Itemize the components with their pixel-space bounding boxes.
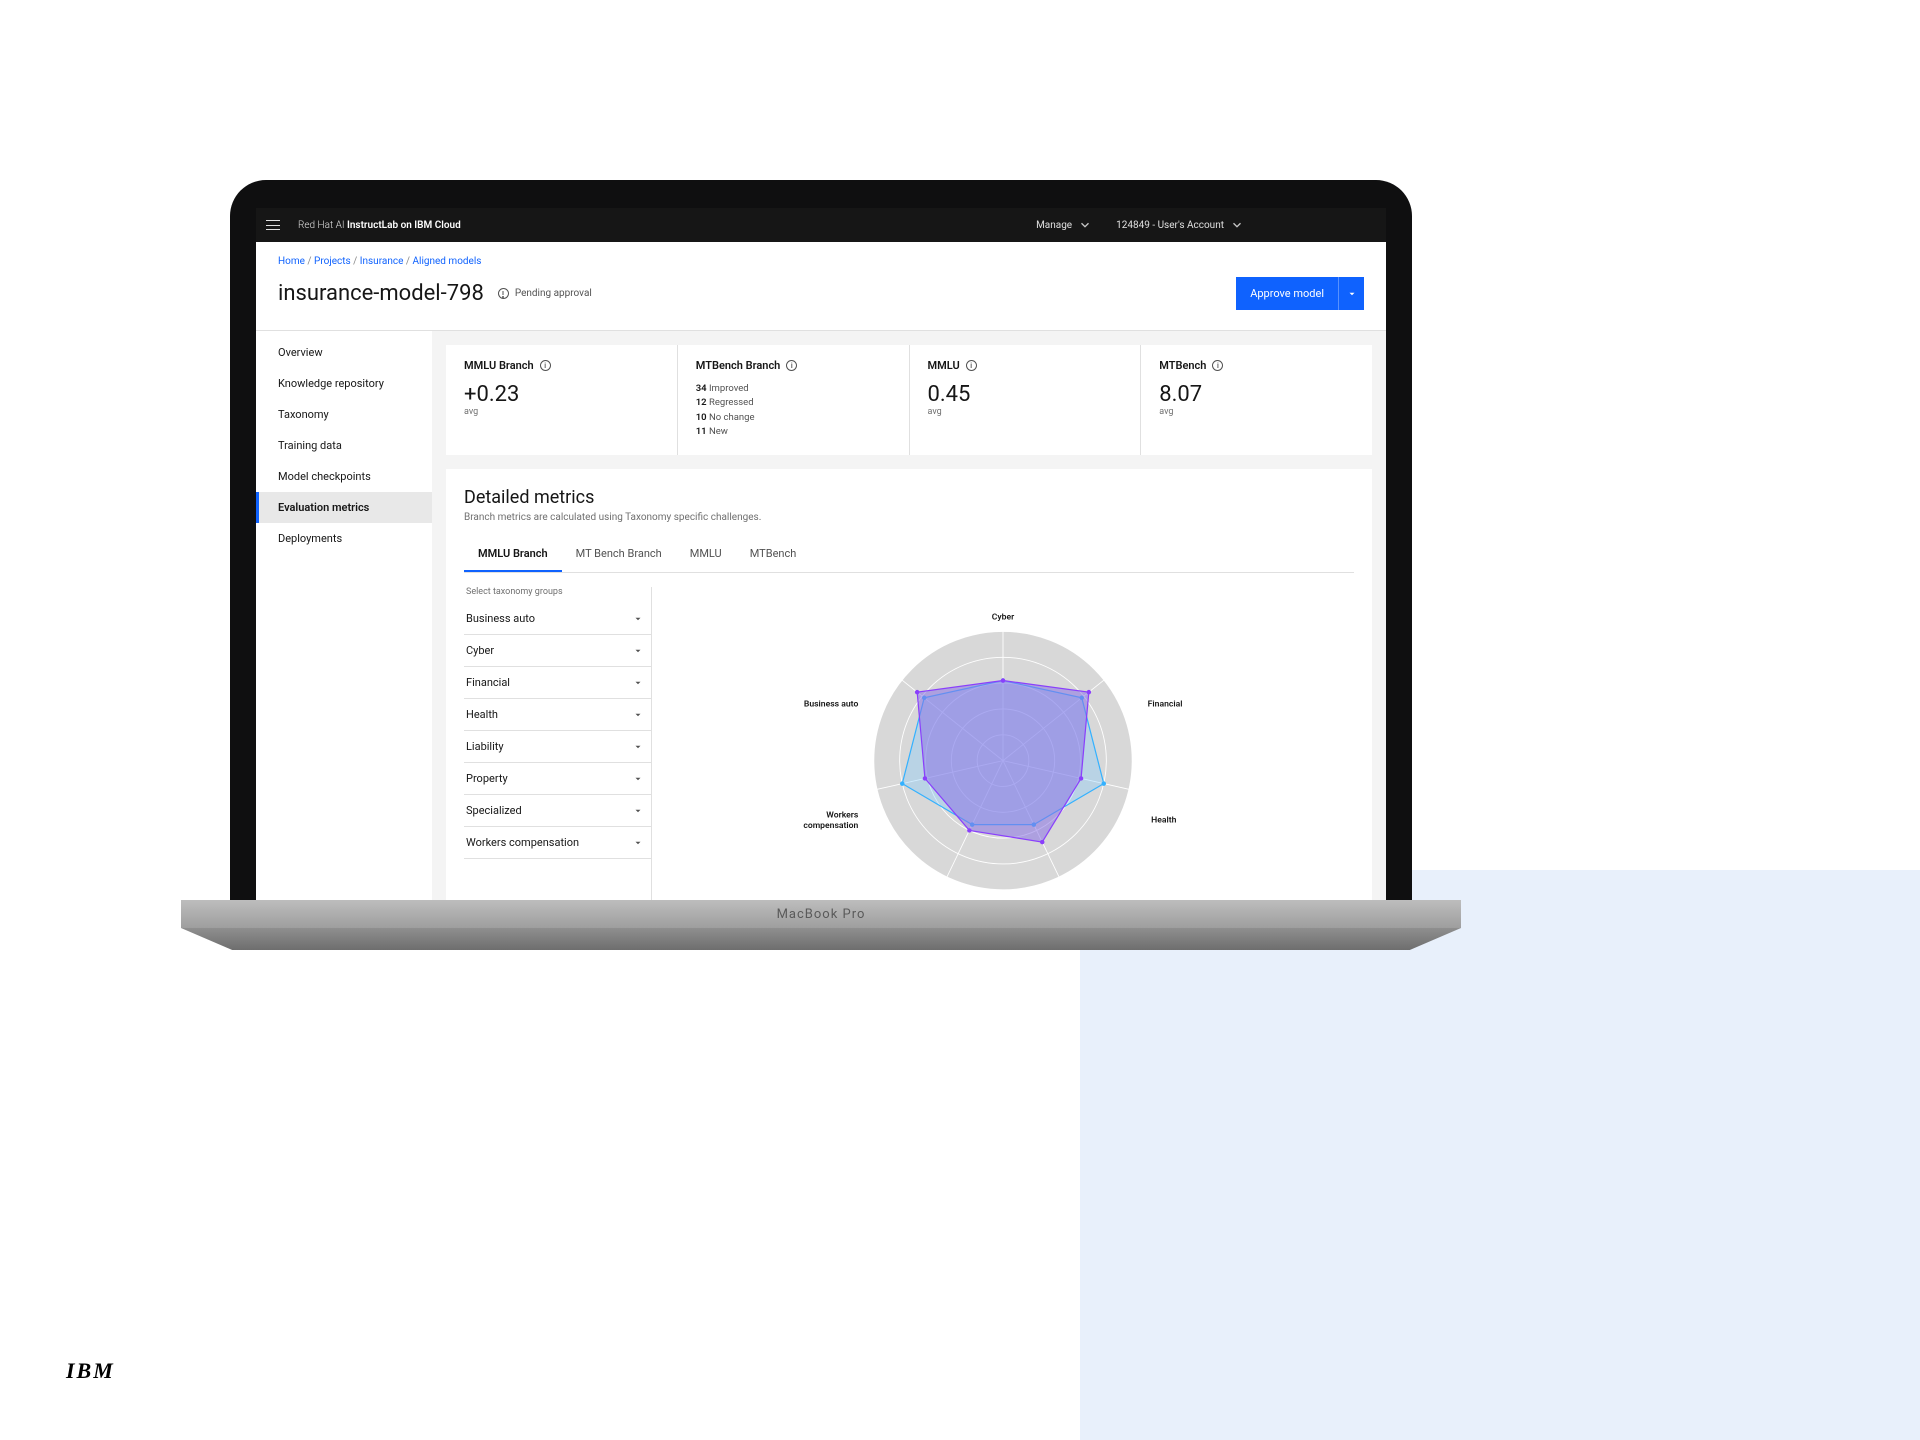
card-mmlu-branch: MMLU Branch i +0.23 avg xyxy=(446,345,678,455)
brand-main: InstructLab on IBM Cloud xyxy=(347,220,461,231)
svg-text:Financial: Financial xyxy=(1148,699,1183,709)
radar-chart: Cyber Financial Health Workerscompensation B… xyxy=(652,587,1354,900)
laptop-label: MacBook Pro xyxy=(777,907,866,922)
metric-tabs: MMLU BranchMT Bench BranchMMLUMTBench xyxy=(464,539,1354,573)
card-line: 11 New xyxy=(696,425,891,439)
tab-mmlu[interactable]: MMLU xyxy=(676,539,736,572)
page-title: insurance-model-798 xyxy=(278,281,484,306)
sidebar-item-evaluation-metrics[interactable]: Evaluation metrics xyxy=(256,492,432,523)
card-title: MMLU Branch xyxy=(464,359,534,372)
crumb-aligned-models[interactable]: Aligned models xyxy=(412,256,481,267)
card-title: MTBench xyxy=(1159,359,1206,372)
taxonomy-group-financial[interactable]: Financial xyxy=(464,667,651,699)
topbar-brand: Red Hat AI InstructLab on IBM Cloud xyxy=(298,220,461,231)
crumb-insurance[interactable]: Insurance xyxy=(360,256,404,267)
sidebar-item-taxonomy[interactable]: Taxonomy xyxy=(256,399,432,430)
help-icon[interactable]: ? xyxy=(1256,218,1280,232)
global-topbar: Red Hat AI InstructLab on IBM Cloud Mana… xyxy=(256,208,1386,242)
breadcrumb: Home / Projects / Insurance / Aligned mo… xyxy=(278,256,1364,267)
card-sub: avg xyxy=(1159,407,1354,417)
card-line: 12 Regressed xyxy=(696,396,891,410)
tab-mt-bench-branch[interactable]: MT Bench Branch xyxy=(562,539,676,572)
laptop-base: MacBook Pro xyxy=(181,900,1461,950)
chevron-down-icon xyxy=(1078,218,1092,232)
bell-icon[interactable] xyxy=(1328,218,1352,232)
taxonomy-column: Select taxonomy groups Business autoCybe… xyxy=(464,587,652,900)
sidebar-item-knowledge-repository[interactable]: Knowledge repository xyxy=(256,368,432,399)
taxonomy-group-cyber[interactable]: Cyber xyxy=(464,635,651,667)
chevron-down-icon xyxy=(1230,218,1244,232)
crumb-projects[interactable]: Projects xyxy=(314,256,351,267)
summary-cards: MMLU Branch i +0.23 avg MTBench Branch i 3… xyxy=(446,345,1372,455)
manage-label: Manage xyxy=(1036,220,1072,231)
tab-mmlu-branch[interactable]: MMLU Branch xyxy=(464,539,562,572)
svg-text:Health: Health xyxy=(1151,816,1176,826)
info-icon[interactable]: i xyxy=(786,360,797,371)
account-label: 124849 - User's Account xyxy=(1116,220,1224,231)
approve-model-button[interactable]: Approve model xyxy=(1236,277,1338,310)
taxonomy-group-liability[interactable]: Liability xyxy=(464,731,651,763)
info-icon[interactable]: i xyxy=(540,360,551,371)
brand-prefix: Red Hat AI xyxy=(298,220,345,231)
svg-text:Business auto: Business auto xyxy=(804,699,859,709)
taxonomy-label: Select taxonomy groups xyxy=(464,587,651,597)
catalog-icon[interactable] xyxy=(1304,218,1328,232)
user-icon[interactable] xyxy=(1352,218,1376,232)
taxonomy-group-health[interactable]: Health xyxy=(464,699,651,731)
taxonomy-group-specialized[interactable]: Specialized xyxy=(464,795,651,827)
card-mmlu: MMLU i 0.45 avg xyxy=(910,345,1142,455)
svg-text:Workers: Workers xyxy=(826,810,859,820)
taxonomy-group-business-auto[interactable]: Business auto xyxy=(464,603,651,635)
docs-icon[interactable] xyxy=(1280,218,1304,232)
card-title: MMLU xyxy=(928,359,960,372)
sidebar-item-deployments[interactable]: Deployments xyxy=(256,523,432,554)
card-lines: 34 Improved12 Regressed10 No change11 Ne… xyxy=(696,382,891,439)
card-line: 34 Improved xyxy=(696,382,891,396)
status-text: Pending approval xyxy=(515,288,592,299)
account-dropdown[interactable]: 124849 - User's Account xyxy=(1104,218,1256,232)
tab-mtbench[interactable]: MTBench xyxy=(736,539,811,572)
card-sub: avg xyxy=(928,407,1123,417)
svg-text:Cyber: Cyber xyxy=(992,612,1014,622)
sidebar-item-model-checkpoints[interactable]: Model checkpoints xyxy=(256,461,432,492)
detailed-metrics-panel: Detailed metrics Branch metrics are calc… xyxy=(446,469,1372,900)
crumb-home[interactable]: Home xyxy=(278,256,305,267)
manage-dropdown[interactable]: Manage xyxy=(1024,218,1104,232)
card-mtbench: MTBench i 8.07 avg xyxy=(1141,345,1372,455)
panel-title: Detailed metrics xyxy=(464,487,1354,508)
status-badge: Pending approval xyxy=(498,288,592,299)
sidebar-item-training-data[interactable]: Training data xyxy=(256,430,432,461)
approve-model-split-button[interactable] xyxy=(1338,277,1364,310)
card-sub: avg xyxy=(464,407,659,417)
menu-icon[interactable] xyxy=(266,220,280,230)
card-value: +0.23 xyxy=(464,382,659,407)
pending-icon xyxy=(498,288,509,299)
panel-subtitle: Branch metrics are calculated using Taxo… xyxy=(464,512,1354,523)
svg-text:compensation: compensation xyxy=(803,821,858,831)
card-line: 10 No change xyxy=(696,411,891,425)
ibm-logo: IBM xyxy=(66,1358,115,1384)
main-content: MMLU Branch i +0.23 avg MTBench Branch i 3… xyxy=(432,331,1386,900)
laptop-frame: Red Hat AI InstructLab on IBM Cloud Mana… xyxy=(230,180,1412,960)
card-value: 8.07 xyxy=(1159,382,1354,407)
card-value: 0.45 xyxy=(928,382,1123,407)
sidebar-item-overview[interactable]: Overview xyxy=(256,337,432,368)
info-icon[interactable]: i xyxy=(1212,360,1223,371)
info-icon[interactable]: i xyxy=(966,360,977,371)
taxonomy-group-workers-compensation[interactable]: Workers compensation xyxy=(464,827,651,859)
app-screen: Red Hat AI InstructLab on IBM Cloud Mana… xyxy=(256,208,1386,900)
card-mtbench-branch: MTBench Branchi 34 Improved12 Regressed1… xyxy=(678,345,910,455)
side-nav: OverviewKnowledge repositoryTaxonomyTrai… xyxy=(256,331,432,900)
card-title: MTBench Branch xyxy=(696,359,781,372)
taxonomy-group-property[interactable]: Property xyxy=(464,763,651,795)
